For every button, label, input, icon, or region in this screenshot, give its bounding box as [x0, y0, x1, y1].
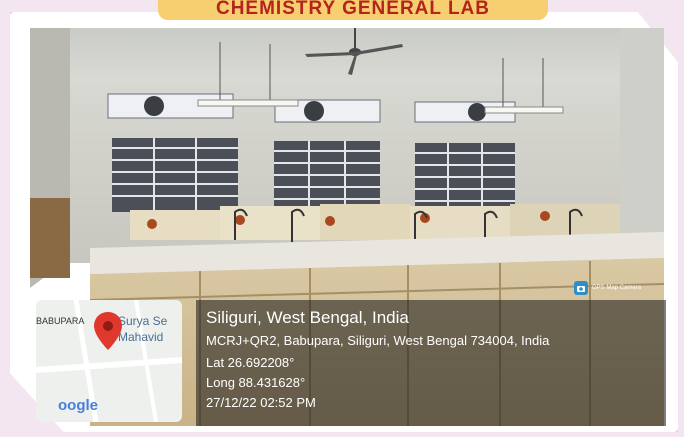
timestamp: 27/12/22 02:52 PM — [206, 395, 316, 410]
map-place-line-1: Surya Se — [118, 314, 168, 328]
gps-camera-icon — [574, 281, 588, 295]
longitude: Long 88.431628° — [206, 375, 306, 390]
map-logo: oogle — [58, 397, 98, 414]
map-pin-icon — [94, 312, 122, 355]
left-shelf — [30, 198, 70, 278]
geotag-panel: Siliguri, West Bengal, India MCRJ+QR2, B… — [196, 300, 666, 426]
gps-camera-badge: GPS Map Camera — [574, 280, 664, 296]
latitude: Lat 26.692208° — [206, 355, 295, 370]
mini-map: BABUPARA Surya Se Mahavid oogle — [36, 300, 182, 422]
title-banner: CHEMISTRY GENERAL LAB — [158, 0, 548, 20]
title-text: CHEMISTRY GENERAL LAB — [215, 0, 490, 19]
badge-label: GPS Map Camera — [592, 285, 642, 291]
map-place-line-2: Mahavid — [118, 330, 164, 344]
map-area-label: BABUPARA — [36, 316, 85, 326]
location-address: MCRJ+QR2, Babupara, Siliguri, West Benga… — [206, 333, 550, 348]
map-place-label: Surya Se Mahavid — [118, 313, 167, 345]
ceiling — [30, 28, 664, 88]
location-title: Siliguri, West Bengal, India — [206, 308, 409, 327]
